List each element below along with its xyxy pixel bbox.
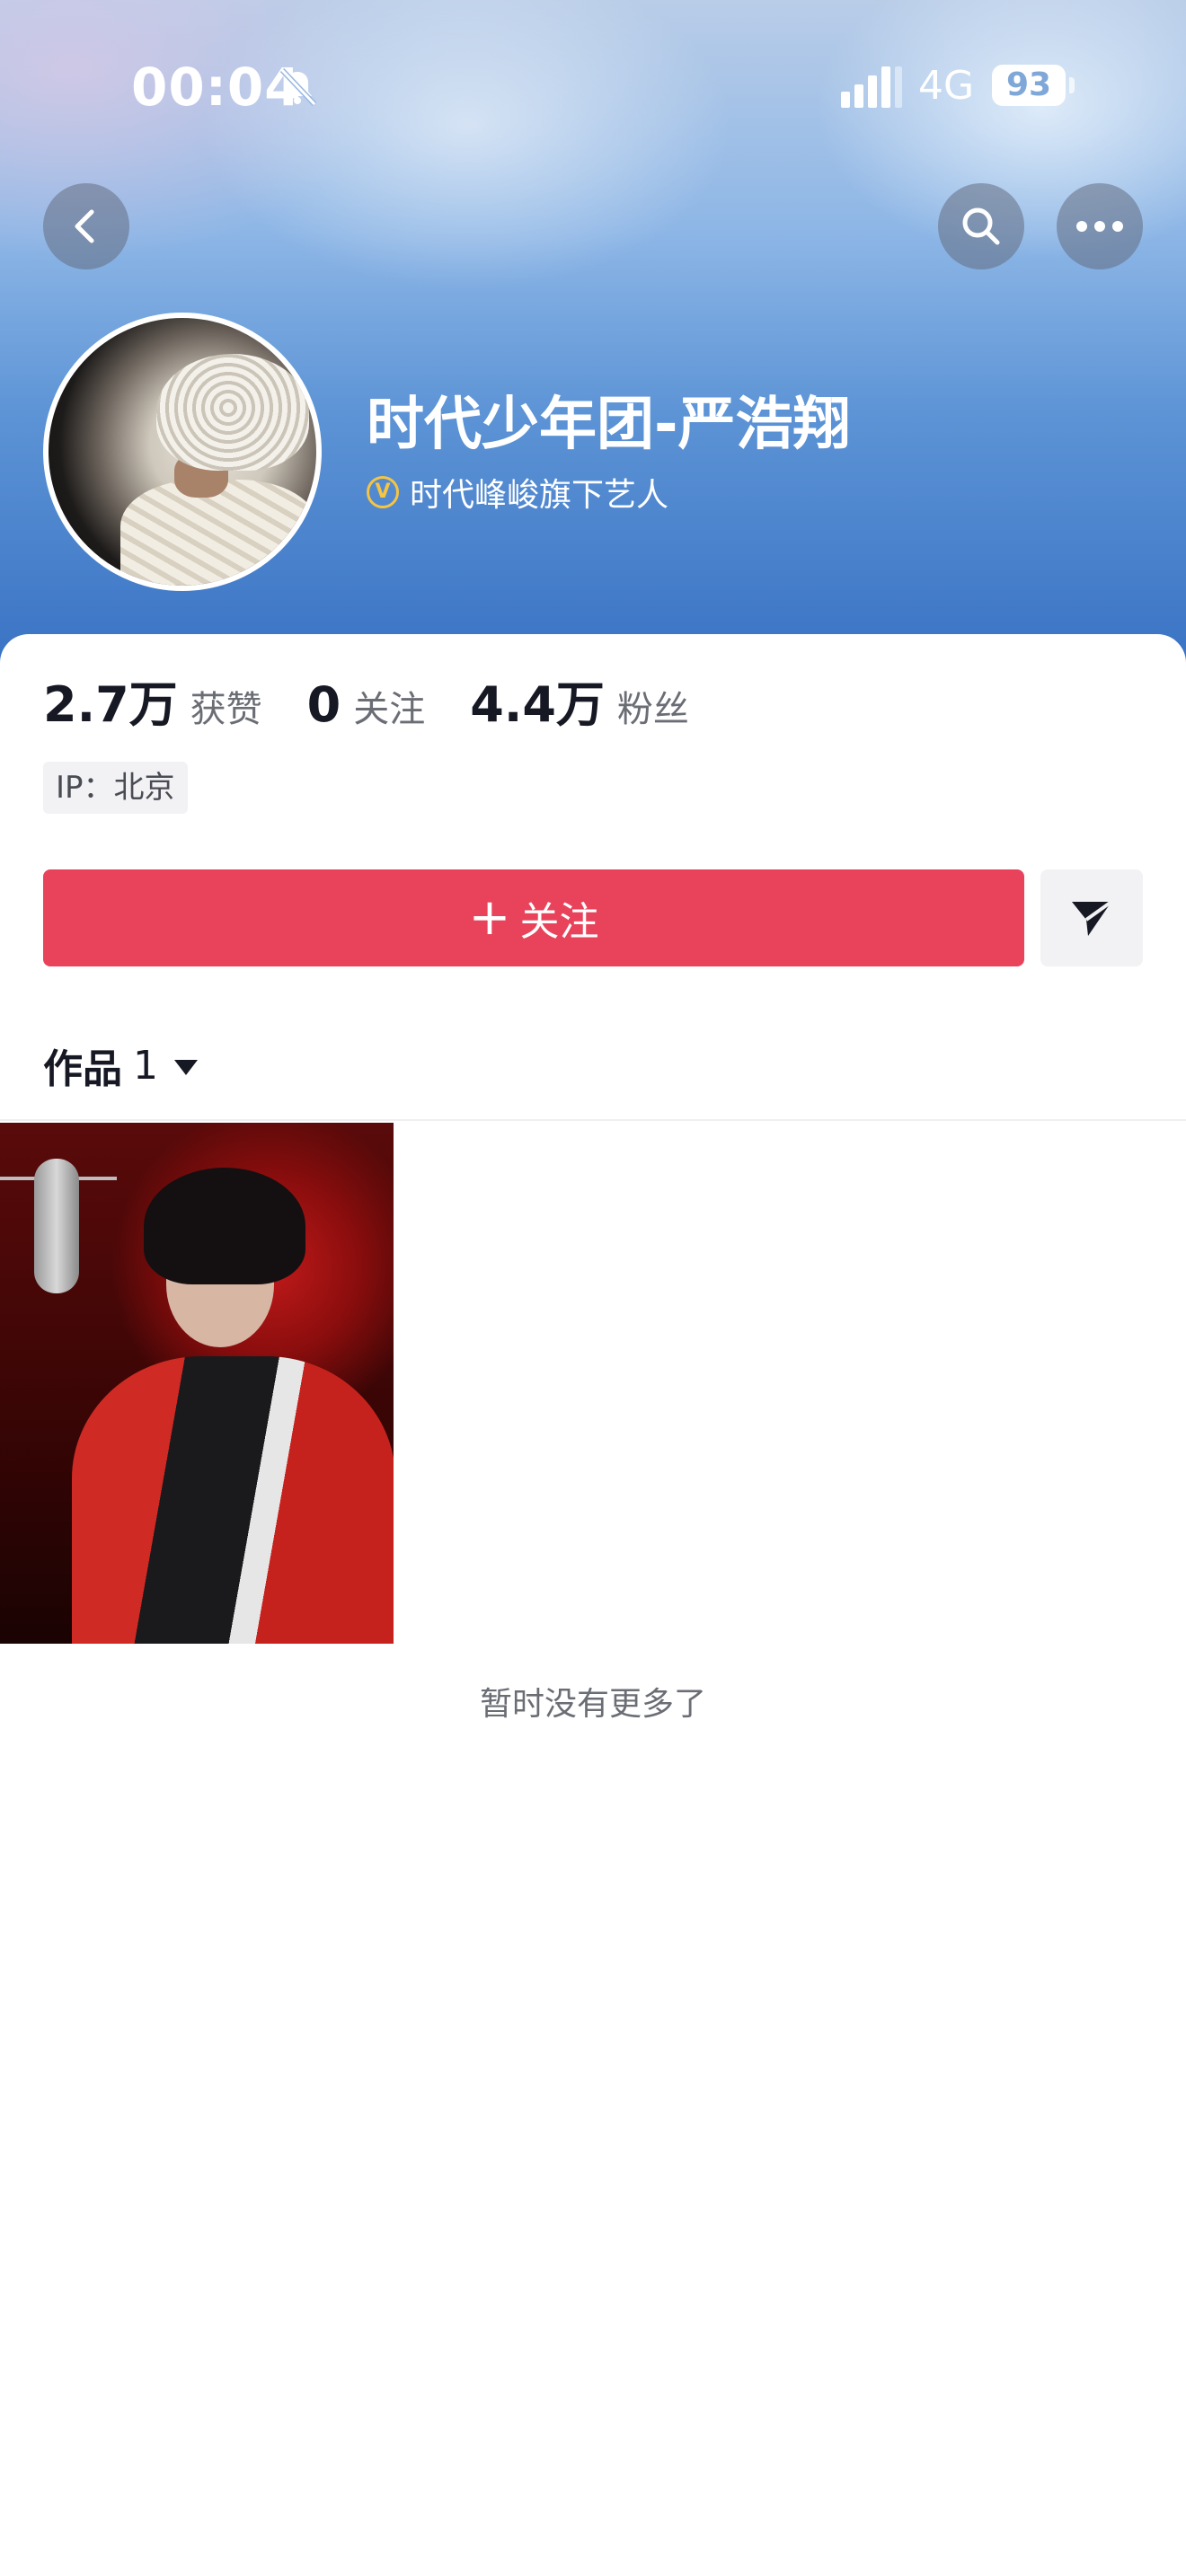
more-icon [1076, 221, 1123, 232]
tab-works[interactable]: 作品 1 [43, 1033, 198, 1098]
likes-label: 获赞 [190, 689, 262, 730]
battery-tip [1069, 77, 1075, 93]
follow-button[interactable]: + 关注 [43, 869, 1024, 966]
verification-row: V 时代峰峻旗下艺人 [367, 469, 668, 516]
ip-location-tag: IP：北京 [43, 762, 188, 814]
thumb-jacket [72, 1356, 394, 1644]
followers-count[interactable]: 4.4万 [470, 665, 605, 736]
works-label: 作品 [43, 1046, 122, 1092]
likes-count: 2.7万 [43, 676, 178, 733]
works-count: 1 [133, 1042, 158, 1089]
send-icon [1072, 900, 1113, 936]
more-button[interactable] [1057, 183, 1143, 269]
message-button[interactable] [1040, 869, 1143, 966]
end-of-list-text: 暂时没有更多了 [479, 1686, 706, 1723]
avatar-hat [156, 354, 309, 471]
search-button[interactable] [938, 183, 1024, 269]
signal-icon [841, 66, 902, 108]
tab-divider [0, 1119, 1186, 1121]
microphone [34, 1159, 79, 1293]
bell-off-icon [279, 67, 317, 107]
following-label[interactable]: 关注 [353, 680, 425, 732]
avatar[interactable] [43, 313, 322, 591]
followers-label[interactable]: 粉丝 [617, 680, 689, 732]
thumb-hair [144, 1168, 305, 1284]
battery-indicator: 93 [992, 65, 1066, 106]
verified-badge-icon: V [367, 476, 399, 508]
following-count[interactable]: 0 [307, 676, 341, 733]
avatar-scarf [120, 480, 316, 586]
verification-text: 时代峰峻旗下艺人 [410, 477, 669, 514]
stats-row: 2.7万 获赞 0 关注 4.4万 粉丝 [43, 665, 734, 745]
chevron-left-icon [75, 209, 94, 243]
profile-name: 时代少年团-严浩翔 [367, 392, 851, 458]
plus-icon: + [468, 888, 511, 947]
network-type: 4G [918, 63, 975, 109]
caret-down-icon [174, 1059, 198, 1075]
video-thumbnail[interactable] [0, 1123, 394, 1644]
back-button[interactable] [43, 183, 129, 269]
follow-label: 关注 [519, 899, 599, 945]
search-icon [962, 207, 1000, 245]
